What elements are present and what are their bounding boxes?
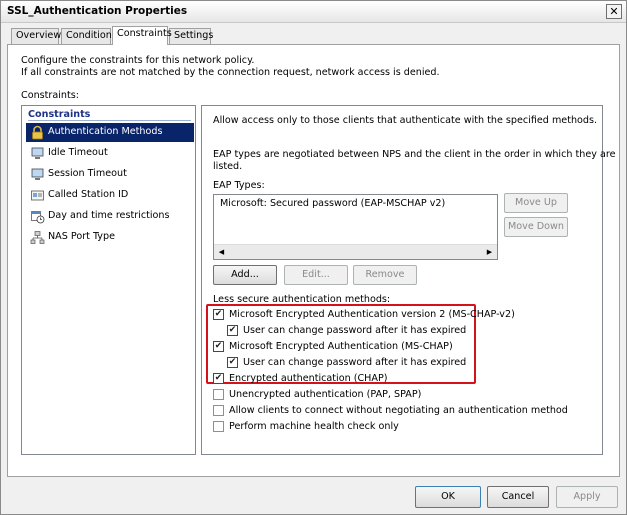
health-check-checkbox[interactable]: [213, 421, 224, 432]
nav-item-day-and-time-restrictions[interactable]: Day and time restrictions: [26, 207, 194, 226]
nav-item-session-timeout[interactable]: Session Timeout: [26, 165, 194, 184]
constraints-label: Constraints:: [21, 90, 79, 101]
mschapv2-change-password-checkbox[interactable]: ✔: [227, 325, 238, 336]
tab-settings[interactable]: Settings: [169, 28, 213, 44]
nav-item-called-station-id[interactable]: Called Station ID: [26, 186, 194, 205]
nav-item-nas-port-type[interactable]: NAS Port Type: [26, 228, 194, 247]
chap-label: Encrypted authentication (CHAP): [229, 373, 388, 384]
properties-dialog: SSL_Authentication Properties ✕ Overview…: [0, 0, 627, 515]
eap-note-line-2: listed.: [213, 161, 243, 172]
mschap-label: Microsoft Encrypted Authentication (MS-C…: [229, 341, 453, 352]
mschapv2-label: Microsoft Encrypted Authentication versi…: [229, 309, 515, 320]
mschapv2-checkbox[interactable]: ✔: [213, 309, 224, 320]
move-down-button[interactable]: Move Down: [504, 217, 568, 237]
eap-note-line-1: EAP types are negotiated between NPS and…: [213, 149, 616, 160]
tab-constraints[interactable]: Constraints: [112, 26, 172, 45]
nav-label: Idle Timeout: [48, 147, 108, 158]
move-up-button[interactable]: Move Up: [504, 193, 568, 213]
pap-spap-checkbox[interactable]: [213, 389, 224, 400]
computer-icon: [31, 147, 44, 159]
edit-button[interactable]: Edit...: [284, 265, 348, 285]
window-title: SSL_Authentication Properties: [7, 5, 188, 17]
tab-overview[interactable]: Overview: [11, 28, 61, 44]
horizontal-scrollbar[interactable]: ◀ ▶: [214, 244, 497, 259]
pap-spap-label: Unencrypted authentication (PAP, SPAP): [229, 389, 422, 400]
nav-label: Called Station ID: [48, 189, 129, 200]
nav-item-authentication-methods[interactable]: Authentication Methods: [26, 123, 194, 142]
nav-label: Day and time restrictions: [48, 210, 170, 221]
no-negotiation-label: Allow clients to connect without negotia…: [229, 405, 568, 416]
cancel-button[interactable]: Cancel: [487, 486, 549, 508]
remove-button[interactable]: Remove: [353, 265, 417, 285]
lock-icon: [32, 125, 43, 140]
nav-label: Session Timeout: [48, 168, 127, 179]
mschapv2-change-password-label: User can change password after it has ex…: [243, 325, 467, 336]
constraints-list-header: Constraints: [28, 109, 91, 120]
calendar-clock-icon: [31, 211, 45, 224]
scroll-left-icon[interactable]: ◀: [214, 245, 229, 259]
nav-label: Authentication Methods: [48, 126, 163, 137]
ok-button[interactable]: OK: [415, 486, 481, 508]
tab-conditions[interactable]: Conditions: [61, 28, 117, 44]
panel-description: Allow access only to those clients that …: [213, 115, 598, 126]
card-icon: [31, 190, 44, 201]
network-icon: [30, 231, 45, 244]
add-button[interactable]: Add...: [213, 265, 277, 285]
eap-types-listbox[interactable]: Microsoft: Secured password (EAP-MSCHAP …: [213, 194, 498, 260]
mschap-change-password-checkbox[interactable]: ✔: [227, 357, 238, 368]
mschap-checkbox[interactable]: ✔: [213, 341, 224, 352]
health-check-label: Perform machine health check only: [229, 421, 399, 432]
intro-line-1: Configure the constraints for this netwo…: [21, 55, 255, 66]
chap-checkbox[interactable]: ✔: [213, 373, 224, 384]
nav-item-idle-timeout[interactable]: Idle Timeout: [26, 144, 194, 163]
header-divider: [28, 120, 191, 121]
close-button[interactable]: ✕: [606, 4, 622, 19]
no-negotiation-checkbox[interactable]: [213, 405, 224, 416]
title-bar[interactable]: SSL_Authentication Properties ✕: [1, 1, 626, 23]
apply-button[interactable]: Apply: [556, 486, 618, 508]
intro-line-2: If all constraints are not matched by th…: [21, 67, 440, 78]
nav-label: NAS Port Type: [48, 231, 115, 242]
mschap-change-password-label: User can change password after it has ex…: [243, 357, 467, 368]
computer-icon: [31, 168, 44, 180]
eap-type-item[interactable]: Microsoft: Secured password (EAP-MSCHAP …: [220, 198, 445, 209]
constraints-list[interactable]: Constraints Authentication Methods Idle …: [21, 105, 196, 455]
scroll-right-icon[interactable]: ▶: [482, 245, 497, 259]
close-icon: ✕: [609, 5, 619, 18]
eap-types-label: EAP Types:: [213, 180, 265, 191]
